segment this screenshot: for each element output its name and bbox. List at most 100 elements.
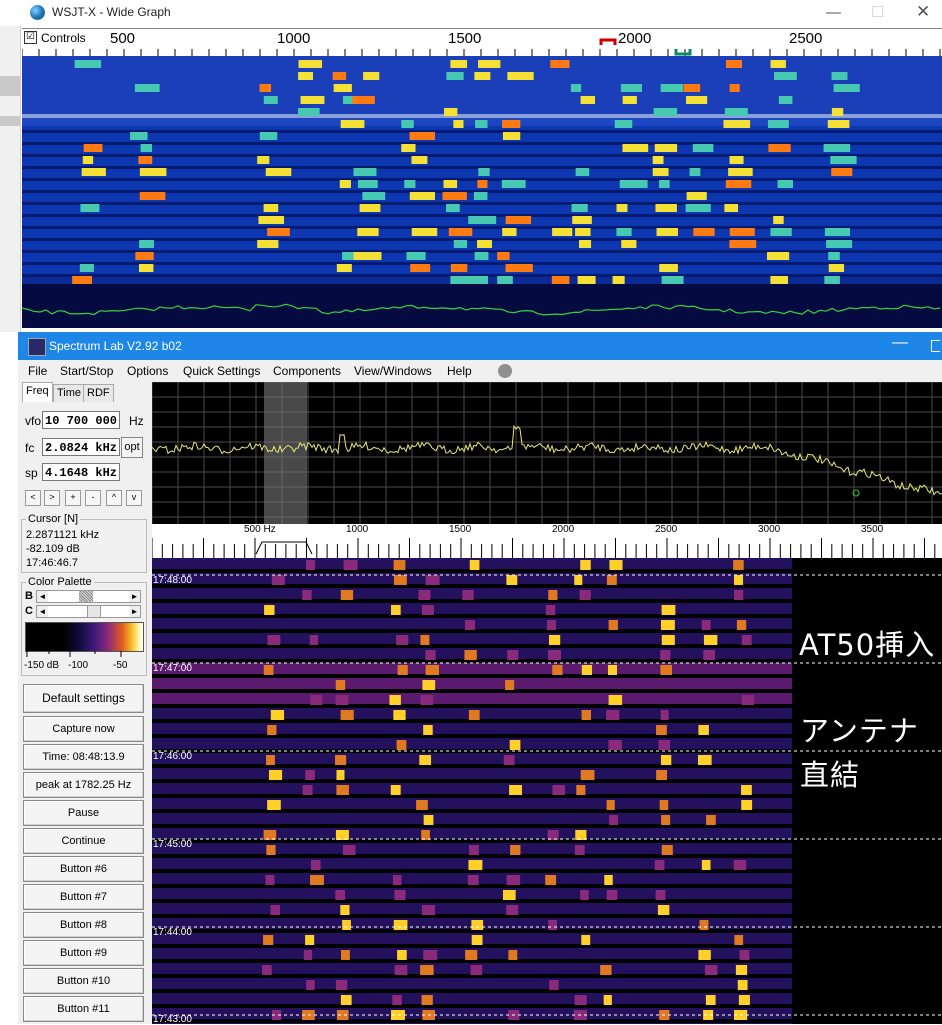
controls-checkbox[interactable]: ☑ Controls (24, 30, 86, 45)
menu-view-windows[interactable]: View/Windows (354, 364, 432, 378)
scroll-right-button[interactable]: > (44, 490, 60, 506)
vfo-input[interactable]: 10 700 000 (42, 411, 120, 429)
brightness-slider[interactable]: ◄ ► (36, 590, 141, 603)
signal-trace (729, 240, 757, 248)
button-6[interactable]: Button #6 (23, 856, 144, 882)
checkbox-icon[interactable]: ☑ (24, 31, 37, 45)
signal-trace (508, 950, 518, 960)
continue-button[interactable]: Continue (23, 828, 144, 854)
signal-trace (267, 228, 290, 236)
minimize-icon[interactable]: — (892, 334, 908, 352)
peak-button[interactable]: peak at 1782.25 Hz (23, 772, 144, 798)
signal-trace (139, 264, 154, 272)
brightness-slider-thumb[interactable] (79, 591, 93, 602)
signal-trace (608, 695, 623, 705)
record-status-icon[interactable] (498, 364, 512, 378)
button-10[interactable]: Button #10 (23, 968, 144, 994)
signal-trace (705, 995, 716, 1005)
maximize-icon[interactable] (931, 340, 940, 352)
wsjt-waterfall[interactable] (22, 56, 942, 328)
close-icon[interactable]: ✕ (916, 2, 930, 22)
tab-rdf[interactable]: RDF (83, 384, 114, 402)
menu-components[interactable]: Components (273, 364, 341, 378)
signal-trace (580, 890, 589, 900)
signal-trace (506, 875, 521, 885)
waterfall-gap-line (22, 154, 942, 157)
waterfall-band (22, 114, 942, 118)
signal-trace (72, 276, 93, 284)
signal-trace (410, 264, 431, 272)
signal-trace (661, 276, 684, 284)
button-9[interactable]: Button #9 (23, 940, 144, 966)
zoom-in-button[interactable]: + (65, 490, 81, 506)
signal-trace (453, 240, 468, 248)
signal-trace (397, 950, 407, 960)
filter-passband-shape[interactable] (255, 541, 313, 555)
menu-options[interactable]: Options (127, 364, 168, 378)
capture-now-button[interactable]: Capture now (23, 716, 144, 742)
signal-trace (450, 264, 468, 272)
signal-trace (266, 845, 276, 855)
tab-freq[interactable]: Freq (22, 382, 53, 402)
color-palette-bar[interactable] (25, 622, 144, 652)
waterfall-band (152, 783, 792, 794)
signal-trace (609, 815, 618, 825)
signal-trace (657, 905, 670, 915)
default-settings-button[interactable]: Default settings (23, 684, 144, 713)
signal-trace (614, 120, 633, 128)
signal-trace (502, 228, 517, 236)
pause-button[interactable]: Pause (23, 800, 144, 826)
signal-trace (336, 770, 345, 780)
menu-file[interactable]: File (28, 364, 47, 378)
button-7[interactable]: Button #7 (23, 884, 144, 910)
palette-scale-label: -150 dB (24, 660, 60, 671)
scale-tick-label: 2000 (618, 30, 652, 47)
signal-trace (306, 560, 316, 570)
signal-trace (768, 144, 791, 152)
signal-trace (581, 935, 591, 945)
waterfall-band (152, 768, 792, 779)
time-button[interactable]: Time: 08:48:13.9 (23, 744, 144, 770)
scroll-down-button[interactable]: v (126, 490, 142, 506)
signal-trace (406, 252, 426, 260)
maximize-icon[interactable]: ☐ (871, 3, 884, 21)
button-8[interactable]: Button #8 (23, 912, 144, 938)
signal-trace (333, 84, 352, 92)
contrast-slider-thumb[interactable] (87, 606, 101, 617)
signal-trace (297, 108, 320, 116)
signal-trace (701, 860, 711, 870)
tab-time[interactable]: Time (53, 384, 86, 402)
signal-trace (660, 710, 669, 720)
zoom-out-button[interactable]: - (85, 490, 101, 506)
scroll-left-button[interactable]: < (25, 490, 41, 506)
signal-trace (686, 192, 707, 200)
minimize-icon[interactable]: — (826, 4, 841, 21)
menu-quick-settings[interactable]: Quick Settings (183, 364, 260, 378)
tx-frequency-marker[interactable] (674, 49, 692, 56)
scale-tick-label: 500 (110, 30, 136, 47)
signal-trace (310, 695, 323, 705)
passband-highlight[interactable] (264, 382, 307, 524)
signal-trace (724, 108, 748, 116)
opt-button[interactable]: opt (121, 437, 143, 458)
rx-frequency-marker[interactable] (599, 38, 617, 45)
scroll-up-button[interactable]: ^ (106, 490, 122, 506)
menu-start-stop[interactable]: Start/Stop (60, 364, 113, 378)
signal-trace (270, 905, 280, 915)
signal-trace (608, 620, 618, 630)
controls-label: Controls (41, 30, 86, 45)
sp-input[interactable]: 4.1648 kHz (42, 463, 120, 481)
menu-help[interactable]: Help (447, 364, 472, 378)
spectrum-graph[interactable] (152, 382, 942, 524)
button-11[interactable]: Button #11 (23, 996, 144, 1022)
signal-trace (580, 96, 596, 104)
signal-trace (689, 168, 701, 176)
signal-trace (343, 96, 354, 104)
fc-input[interactable]: 2.0824 kHz (42, 438, 120, 456)
signal-trace (580, 770, 595, 780)
waterfall-time-label: 17:43:00 (153, 1014, 192, 1025)
signal-trace (130, 132, 148, 140)
contrast-slider[interactable]: ◄ ► (36, 605, 141, 618)
signal-trace (335, 695, 349, 705)
waterfall-band (152, 663, 792, 674)
